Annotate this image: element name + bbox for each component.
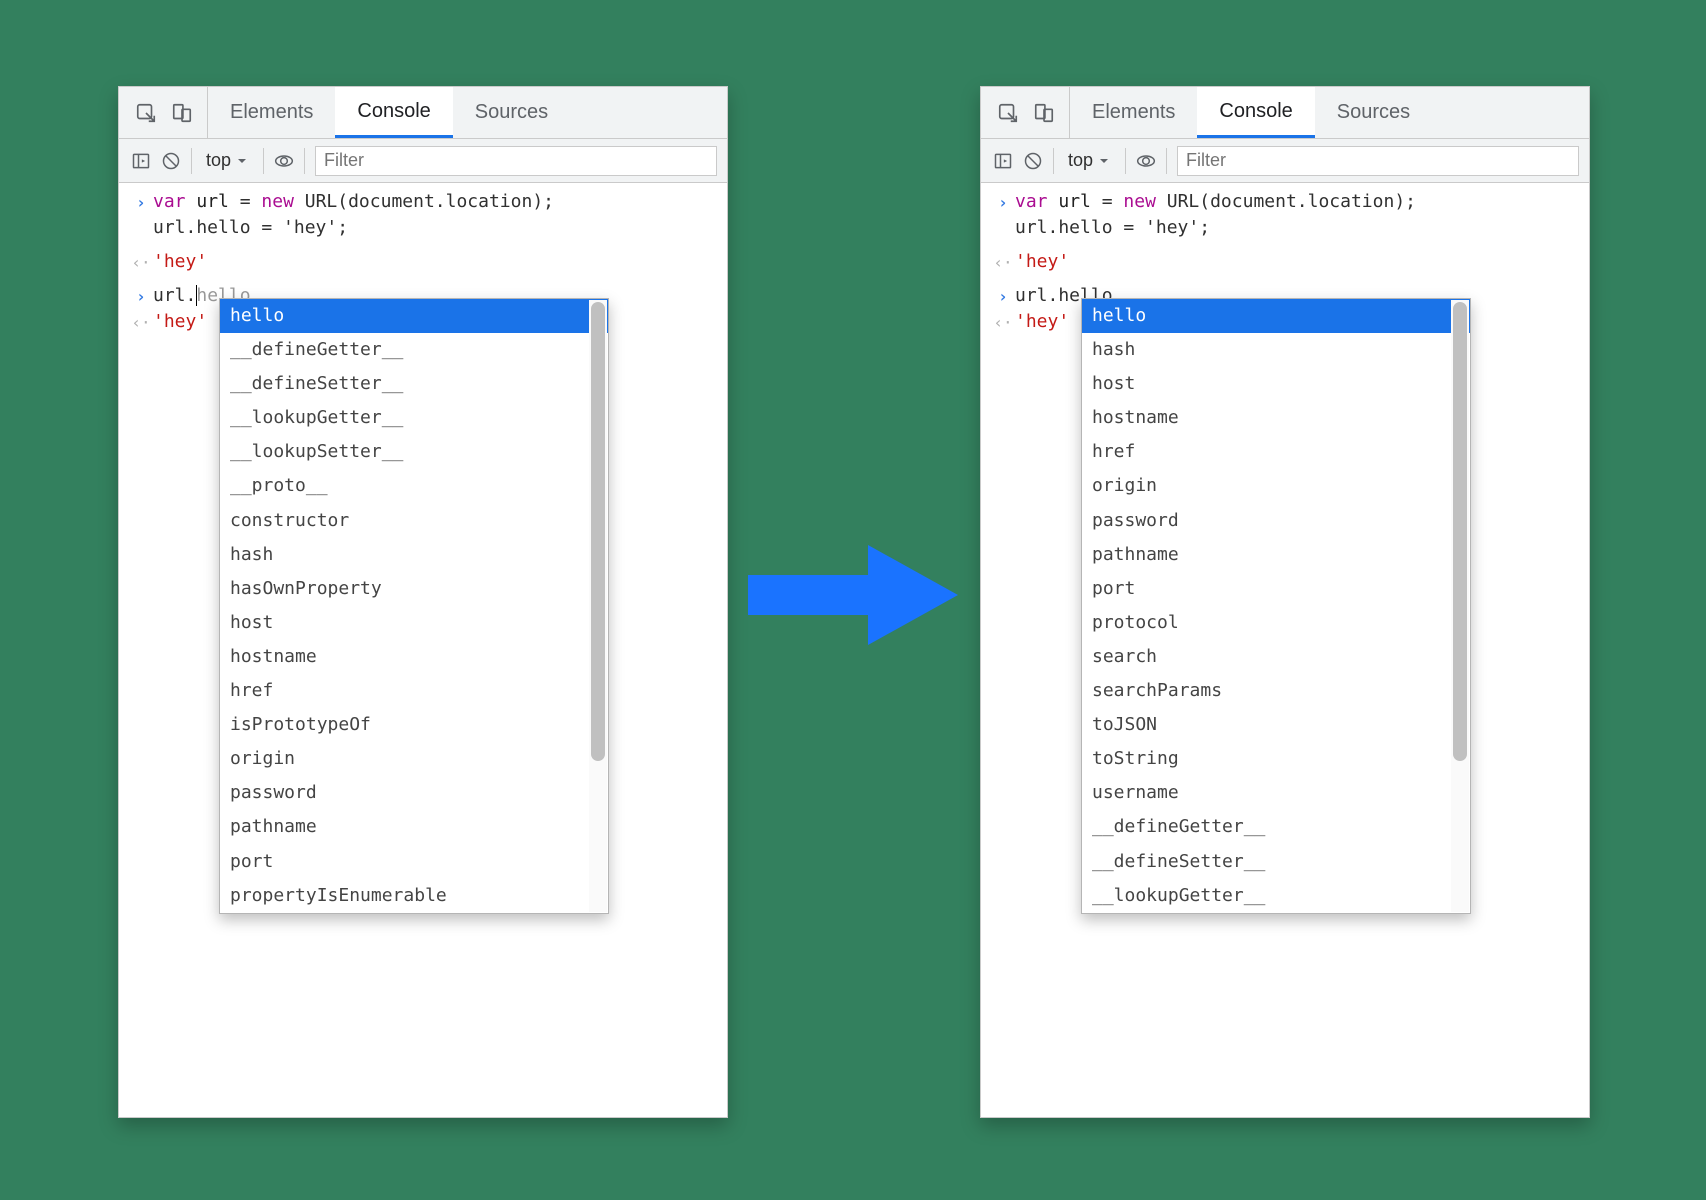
console-body: › var url = new URL(document.location); … (119, 183, 727, 335)
live-expression-icon[interactable] (274, 151, 294, 171)
arrow-icon (738, 530, 968, 660)
autocomplete-item[interactable]: port (1082, 572, 1470, 606)
autocomplete-item[interactable]: isPrototypeOf (220, 708, 608, 742)
console-line: var url = new URL(document.location); (153, 189, 717, 215)
tab-console[interactable]: Console (335, 87, 452, 138)
console-line: url.hello = 'hey'; (153, 215, 717, 241)
tab-sources[interactable]: Sources (453, 87, 570, 138)
context-label: top (1068, 150, 1093, 171)
autocomplete-item[interactable]: hostname (1082, 401, 1470, 435)
clear-console-icon[interactable] (161, 151, 181, 171)
autocomplete-item[interactable]: searchParams (1082, 674, 1470, 708)
autocomplete-popup[interactable]: hello hashhosthostnamehreforiginpassword… (1081, 298, 1471, 914)
autocomplete-item[interactable]: pathname (220, 810, 608, 844)
autocomplete-item[interactable]: __defineGetter__ (220, 333, 608, 367)
prompt-icon: › (136, 287, 146, 306)
console-output: 'hey' (1015, 249, 1579, 275)
console-toolbar: top (981, 139, 1589, 183)
inspect-icon[interactable] (135, 102, 157, 124)
console-body: › var url = new URL(document.location); … (981, 183, 1589, 335)
autocomplete-item[interactable]: hostname (220, 640, 608, 674)
output-icon: ‹· (993, 313, 1012, 332)
autocomplete-item[interactable]: __defineSetter__ (1082, 845, 1470, 879)
sidebar-toggle-icon[interactable] (993, 151, 1013, 171)
autocomplete-item[interactable]: host (220, 606, 608, 640)
scrollbar-thumb[interactable] (1453, 302, 1467, 761)
autocomplete-item[interactable]: port (220, 845, 608, 879)
autocomplete-item[interactable]: origin (220, 742, 608, 776)
scrollbar-thumb[interactable] (591, 302, 605, 761)
scrollbar-track[interactable] (1451, 300, 1469, 912)
output-icon: ‹· (131, 253, 150, 272)
autocomplete-item[interactable]: password (1082, 504, 1470, 538)
autocomplete-item[interactable]: username (1082, 776, 1470, 810)
scrollbar-track[interactable] (589, 300, 607, 912)
filter-input[interactable] (1177, 146, 1579, 176)
autocomplete-item[interactable]: pathname (1082, 538, 1470, 572)
autocomplete-list: hello hashhosthostnamehreforiginpassword… (1082, 299, 1470, 913)
toolbar-divider (304, 148, 305, 174)
filter-input[interactable] (315, 146, 717, 176)
toolbar-divider (1053, 148, 1054, 174)
context-label: top (206, 150, 231, 171)
autocomplete-list: hello __defineGetter____defineSetter____… (220, 299, 608, 913)
autocomplete-item[interactable]: hasOwnProperty (220, 572, 608, 606)
console-line: var url = new URL(document.location); (1015, 189, 1579, 215)
prompt-icon: › (136, 193, 146, 212)
prompt-icon: › (998, 287, 1008, 306)
tab-sources[interactable]: Sources (1315, 87, 1432, 138)
autocomplete-item[interactable]: password (220, 776, 608, 810)
context-selector[interactable]: top (202, 150, 253, 171)
autocomplete-item[interactable]: __lookupSetter__ (220, 435, 608, 469)
live-expression-icon[interactable] (1136, 151, 1156, 171)
device-toggle-icon[interactable] (171, 102, 193, 124)
autocomplete-item[interactable]: constructor (220, 504, 608, 538)
autocomplete-item[interactable]: host (1082, 367, 1470, 401)
console-toolbar: top (119, 139, 727, 183)
autocomplete-item[interactable]: toJSON (1082, 708, 1470, 742)
prompt-icon: › (998, 193, 1008, 212)
autocomplete-item[interactable]: __defineSetter__ (220, 367, 608, 401)
toolbar-divider (263, 148, 264, 174)
autocomplete-item-selected[interactable]: hello (1082, 299, 1470, 333)
tab-bar: Elements Console Sources (981, 87, 1589, 139)
console-output: 'hey' (153, 249, 717, 275)
autocomplete-item[interactable]: href (1082, 435, 1470, 469)
autocomplete-item[interactable]: toString (1082, 742, 1470, 776)
autocomplete-item[interactable]: origin (1082, 469, 1470, 503)
autocomplete-popup[interactable]: hello __defineGetter____defineSetter____… (219, 298, 609, 914)
devtools-panel-left: Elements Console Sources top › var url =… (118, 86, 728, 1118)
output-icon: ‹· (993, 253, 1012, 272)
toolbar-divider (191, 148, 192, 174)
output-icon: ‹· (131, 313, 150, 332)
autocomplete-item[interactable]: protocol (1082, 606, 1470, 640)
autocomplete-item[interactable]: hash (220, 538, 608, 572)
sidebar-toggle-icon[interactable] (131, 151, 151, 171)
autocomplete-item[interactable]: __lookupGetter__ (1082, 879, 1470, 913)
toolbar-divider (1166, 148, 1167, 174)
autocomplete-item[interactable]: search (1082, 640, 1470, 674)
tab-bar: Elements Console Sources (119, 87, 727, 139)
inspect-icon[interactable] (997, 102, 1019, 124)
context-selector[interactable]: top (1064, 150, 1115, 171)
autocomplete-item[interactable]: propertyIsEnumerable (220, 879, 608, 913)
autocomplete-item[interactable]: href (220, 674, 608, 708)
autocomplete-item[interactable]: __lookupGetter__ (220, 401, 608, 435)
tab-console[interactable]: Console (1197, 87, 1314, 138)
devtools-panel-right: Elements Console Sources top › var url =… (980, 86, 1590, 1118)
tab-elements[interactable]: Elements (1070, 87, 1197, 138)
autocomplete-item-selected[interactable]: hello (220, 299, 608, 333)
autocomplete-item[interactable]: hash (1082, 333, 1470, 367)
toolbar-divider (1125, 148, 1126, 174)
autocomplete-item[interactable]: __defineGetter__ (1082, 810, 1470, 844)
device-toggle-icon[interactable] (1033, 102, 1055, 124)
clear-console-icon[interactable] (1023, 151, 1043, 171)
console-line: url.hello = 'hey'; (1015, 215, 1579, 241)
autocomplete-item[interactable]: __proto__ (220, 469, 608, 503)
tab-elements[interactable]: Elements (208, 87, 335, 138)
